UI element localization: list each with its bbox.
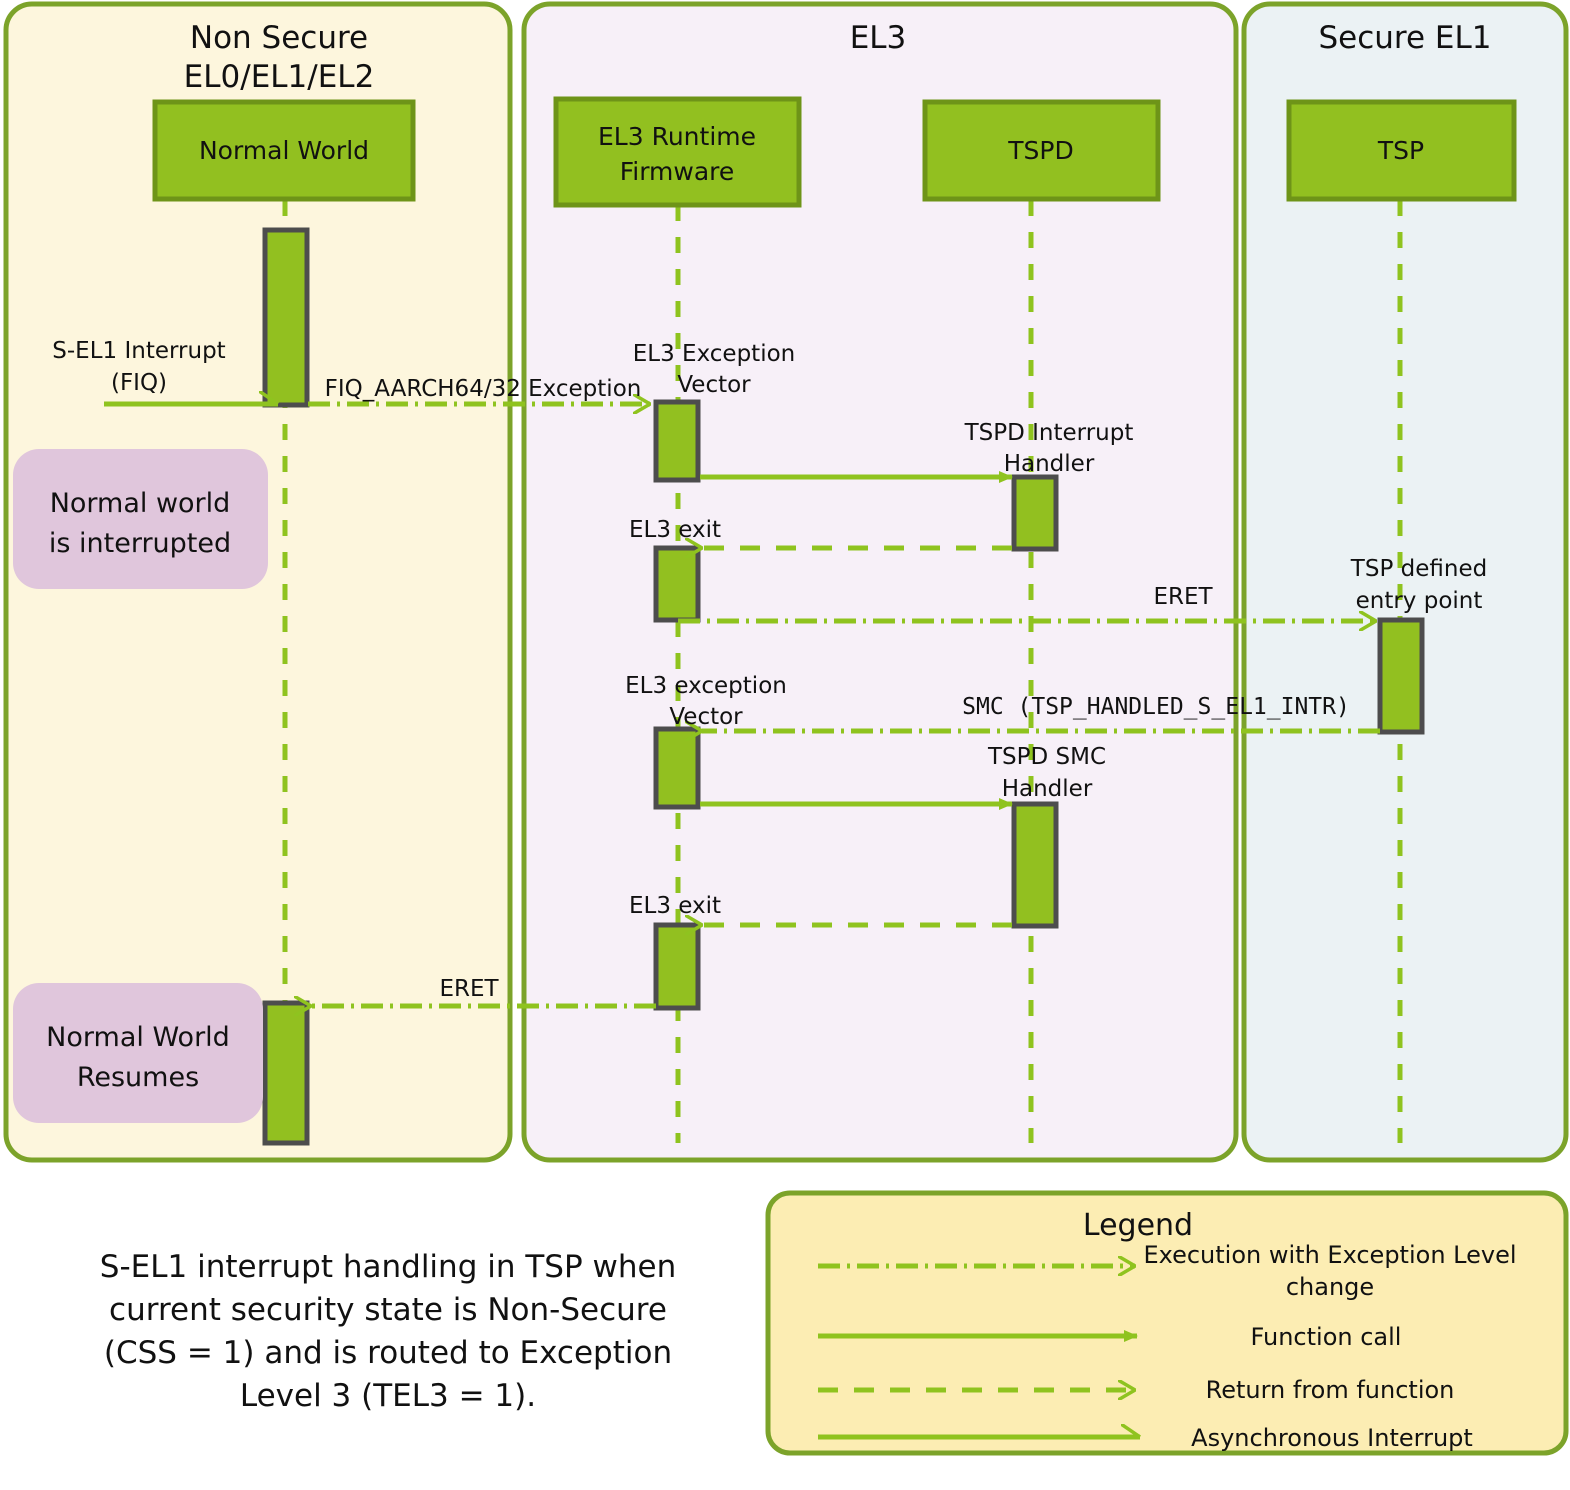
note-normal-world-resumes-line1: Normal World xyxy=(46,1022,230,1053)
panel-el3-title-line1: EL3 xyxy=(850,20,907,56)
activation-el3-vector-1 xyxy=(653,399,701,483)
note-normal-world-resumes-line2: Resumes xyxy=(77,1062,199,1093)
caption-line1: S-EL1 interrupt handling in TSP when xyxy=(100,1249,676,1285)
activation-normal-world-2 xyxy=(262,1000,310,1146)
actor-el3-runtime-firmware-label-line2: Firmware xyxy=(620,157,735,186)
legend-item-1-line1: Execution with Exception Level xyxy=(1143,1241,1516,1269)
message-el3-exit-1-label: EL3 exit xyxy=(629,517,721,543)
activation-tspd-interrupt-handler xyxy=(1011,474,1059,552)
panel-non-secure-title-line1: Non Secure xyxy=(190,20,368,56)
activation-tspd-smc-handler xyxy=(1011,801,1059,929)
message-s-el1-interrupt-label-line2: (FIQ) xyxy=(111,370,167,396)
message-s-el1-interrupt-label-line1: S-EL1 Interrupt xyxy=(52,338,225,364)
message-tspd-smc-handler-line1: TSPD SMC xyxy=(987,744,1106,770)
caption-line3: (CSS = 1) and is routed to Exception xyxy=(104,1335,672,1371)
legend-item-2-line1: Function call xyxy=(1251,1323,1402,1351)
caption-line4: Level 3 (TEL3 = 1). xyxy=(240,1378,536,1414)
legend-item-1-line2: change xyxy=(1286,1273,1374,1301)
actor-el3-runtime-firmware[interactable]: EL3 Runtime Firmware xyxy=(553,96,802,208)
label-tsp-defined-entry-point-line2: entry point xyxy=(1356,588,1483,614)
label-tsp-defined-entry-point-line1: TSP defined xyxy=(1350,556,1487,582)
actor-el3-runtime-firmware-label-line1: EL3 Runtime xyxy=(598,122,756,151)
legend: Legend Execution with Exception Level ch… xyxy=(765,1190,1569,1456)
caption-line2: current security state is Non-Secure xyxy=(109,1292,667,1328)
actor-normal-world[interactable]: Normal World xyxy=(152,99,416,202)
message-smc-tsp-handled-label: SMC (TSP_HANDLED_S_EL1_INTR) xyxy=(962,694,1350,720)
label-el3-exception-vector-2-line1: EL3 exception xyxy=(625,673,787,699)
actor-tsp-label: TSP xyxy=(1377,136,1424,165)
panel-secure-el1-title-line1: Secure EL1 xyxy=(1318,20,1491,56)
label-el3-exception-vector-1-line1: EL3 Exception xyxy=(633,341,795,367)
message-fiq-exception-label: FIQ_AARCH64/32 Exception xyxy=(325,376,642,402)
note-normal-world-interrupted-line1: Normal world xyxy=(50,488,231,519)
message-eret-to-tsp-label: ERET xyxy=(1153,584,1213,610)
label-el3-exception-vector-2-line2: Vector xyxy=(669,704,743,730)
message-eret-to-normal-world-label: ERET xyxy=(439,976,499,1002)
caption: S-EL1 interrupt handling in TSP when cur… xyxy=(100,1249,676,1414)
legend-item-4-line1: Asynchronous Interrupt xyxy=(1191,1424,1473,1452)
activation-el3-exit-2 xyxy=(653,922,701,1011)
message-tspd-smc-handler-line2: Handler xyxy=(1002,776,1093,802)
message-fiq-exception: FIQ_AARCH64/32 Exception xyxy=(308,376,650,404)
message-el3-exit-2-label: EL3 exit xyxy=(629,893,721,919)
legend-item-3-line1: Return from function xyxy=(1206,1376,1455,1404)
panel-non-secure-title-line2: EL0/EL1/EL2 xyxy=(184,59,375,95)
legend-title: Legend xyxy=(1083,1208,1193,1243)
activation-tsp-entry xyxy=(1377,617,1425,735)
note-normal-world-resumes: Normal World Resumes xyxy=(13,983,263,1123)
activation-el3-exit-1 xyxy=(653,545,701,623)
label-el3-exception-vector-1-line2: Vector xyxy=(677,372,751,398)
actor-normal-world-label: Normal World xyxy=(199,136,369,165)
actor-tsp[interactable]: TSP xyxy=(1286,99,1517,202)
activation-normal-world-1 xyxy=(262,227,310,408)
note-normal-world-interrupted: Normal world is interrupted xyxy=(13,449,268,589)
message-tspd-interrupt-handler-line2: Handler xyxy=(1004,451,1095,477)
activation-el3-vector-2 xyxy=(653,726,701,810)
sequence-diagram: Non Secure EL0/EL1/EL2 EL3 Secure EL1 No… xyxy=(0,0,1570,1490)
actor-tspd-label: TSPD xyxy=(1007,136,1073,165)
note-normal-world-interrupted-line2: is interrupted xyxy=(49,528,231,559)
actor-tspd[interactable]: TSPD xyxy=(922,99,1161,202)
message-tspd-interrupt-handler-line1: TSPD Interrupt xyxy=(964,420,1134,446)
